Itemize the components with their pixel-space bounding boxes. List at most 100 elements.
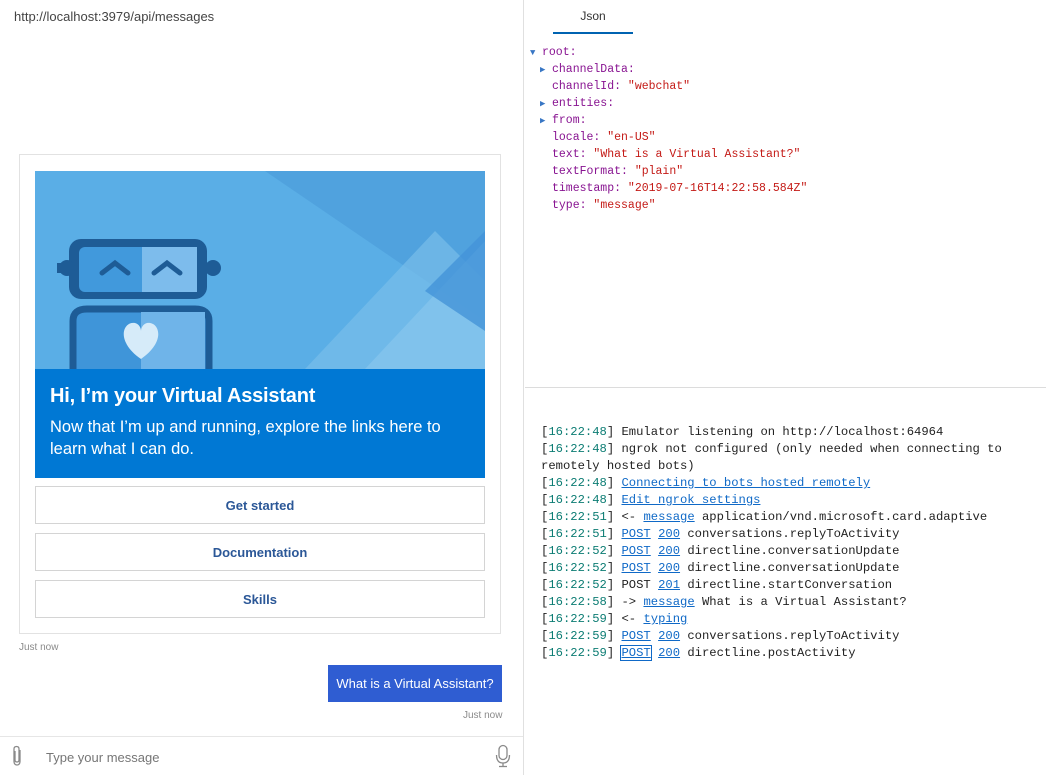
log-link[interactable]: POST (621, 561, 650, 575)
log-link[interactable]: 200 (658, 527, 680, 541)
json-tree-node: locale: "en-US" (530, 129, 807, 146)
log-text: directline.conversationUpdate (680, 561, 900, 575)
json-tree-node[interactable]: ▶ entities: (530, 95, 807, 112)
card-hero-image (35, 171, 485, 369)
log-text: <- (621, 612, 644, 626)
endpoint-url: http://localhost:3979/api/messages (14, 9, 215, 24)
log-link[interactable]: POST (621, 527, 650, 541)
user-message-bubble: What is a Virtual Assistant? (328, 665, 502, 702)
json-colon: : (607, 97, 615, 110)
json-colon: : (614, 80, 622, 93)
json-tree-node: textFormat: "plain" (530, 163, 807, 180)
json-colon: : (614, 182, 622, 195)
log-text: application/vnd.microsoft.card.adaptive (694, 510, 988, 524)
log-text: directline.startConversation (680, 578, 893, 592)
json-key: from (552, 114, 580, 127)
json-colon: : (621, 165, 628, 178)
json-value: "2019-07-16T14:22:58.584Z" (621, 182, 808, 195)
log-entry: [16:22:51] <- message application/vnd.mi… (541, 510, 988, 524)
log-link[interactable]: message (643, 510, 694, 524)
json-value: "plain" (627, 165, 684, 178)
log-link[interactable]: typing (643, 612, 687, 626)
json-colon: : (579, 114, 587, 127)
inspector-panel: Json ▼ root: ▶ channelData: channelId: "webc… (525, 0, 1046, 388)
bot-message-timestamp: Just now (19, 642, 59, 653)
log-link[interactable]: Connecting to bots hosted remotely (621, 476, 870, 490)
json-key: locale (552, 131, 594, 144)
caret-down-icon[interactable]: ▼ (530, 45, 542, 62)
json-tree-node: type: "message" (530, 197, 807, 214)
log-timestamp: 16:22:52 (548, 561, 607, 575)
log-link[interactable]: 200 (658, 561, 680, 575)
log-entry: [16:22:48] Connecting to bots hosted rem… (541, 476, 871, 490)
log-timestamp: 16:22:59 (548, 629, 607, 643)
tab-json[interactable]: Json (553, 0, 633, 34)
log-text: directline.conversationUpdate (680, 544, 900, 558)
log-text: conversations.replyToActivity (680, 629, 900, 643)
json-tree-node[interactable]: ▶ from: (530, 112, 807, 129)
json-key: root (542, 46, 570, 59)
documentation-button[interactable]: Documentation (35, 533, 485, 571)
json-colon: : (579, 148, 587, 161)
log-link[interactable]: message (643, 595, 694, 609)
log-entry: [16:22:52] POST 200 directline.conversat… (541, 544, 900, 558)
log-timestamp: 16:22:48 (548, 476, 607, 490)
log-entry: [16:22:48] Emulator listening on http://… (541, 425, 944, 439)
json-value: "What is a Virtual Assistant?" (586, 148, 801, 161)
log-timestamp: 16:22:59 (548, 612, 607, 626)
log-timestamp: 16:22:51 (548, 527, 607, 541)
log-timestamp: 16:22:48 (548, 442, 607, 456)
json-key: channelData (552, 63, 628, 76)
json-value: "en-US" (600, 131, 656, 144)
get-started-button[interactable]: Get started (35, 486, 485, 524)
json-colon: : (579, 199, 587, 212)
json-key: timestamp (552, 182, 615, 195)
json-key: textFormat (552, 165, 622, 178)
message-input[interactable] (46, 745, 476, 769)
json-key: type (552, 199, 580, 212)
adaptive-card: Hi, I’m your Virtual Assistant Now that … (19, 154, 501, 634)
paperclip-icon[interactable] (10, 745, 24, 772)
log-link[interactable]: 200 (658, 629, 680, 643)
json-key: text (552, 148, 580, 161)
log-link[interactable]: Edit ngrok settings (621, 493, 760, 507)
log-text: ngrok not configured (only needed when c… (541, 442, 1010, 473)
log-timestamp: 16:22:52 (548, 578, 607, 592)
log-entry: [16:22:51] POST 200 conversations.replyT… (541, 527, 900, 541)
json-value: "message" (586, 199, 656, 212)
caret-right-icon[interactable]: ▶ (540, 62, 552, 79)
chat-panel: http://localhost:3979/api/messages Hi, I… (0, 0, 524, 775)
caret-right-icon[interactable]: ▶ (540, 96, 552, 113)
log-timestamp: 16:22:51 (548, 510, 607, 524)
log-text: -> (621, 595, 644, 609)
log-link[interactable]: POST (621, 544, 650, 558)
log-link[interactable]: 201 (658, 578, 680, 592)
json-tree: ▼ root: ▶ channelData: channelId: "webchat" ▶… (530, 44, 807, 214)
caret-right-icon[interactable]: ▶ (540, 113, 552, 130)
json-tree-node[interactable]: ▼ root: (530, 44, 807, 61)
log-timestamp: 16:22:52 (548, 544, 607, 558)
log-timestamp: 16:22:48 (548, 425, 607, 439)
log-text: POST (621, 578, 659, 592)
card-title: Hi, I’m your Virtual Assistant (50, 385, 316, 407)
log-entry: [16:22:58] -> message What is a Virtual … (541, 595, 907, 609)
log-timestamp: 16:22:58 (548, 595, 607, 609)
log-entry: [16:22:52] POST 200 directline.conversat… (541, 561, 900, 575)
log-link[interactable]: 200 (658, 544, 680, 558)
log-link[interactable]: POST (621, 629, 650, 643)
log-link[interactable]: POST (620, 645, 652, 661)
json-key: channelId (552, 80, 615, 93)
log-text: directline.postActivity (680, 646, 856, 660)
json-tree-node[interactable]: ▶ channelData: (530, 61, 807, 78)
log-link[interactable]: 200 (658, 646, 680, 660)
skills-button[interactable]: Skills (35, 580, 485, 618)
log-timestamp: 16:22:59 (548, 646, 607, 660)
json-tree-node: text: "What is a Virtual Assistant?" (530, 146, 807, 163)
json-colon: : (627, 63, 635, 76)
microphone-icon[interactable] (495, 744, 511, 773)
log-text: conversations.replyToActivity (680, 527, 900, 541)
